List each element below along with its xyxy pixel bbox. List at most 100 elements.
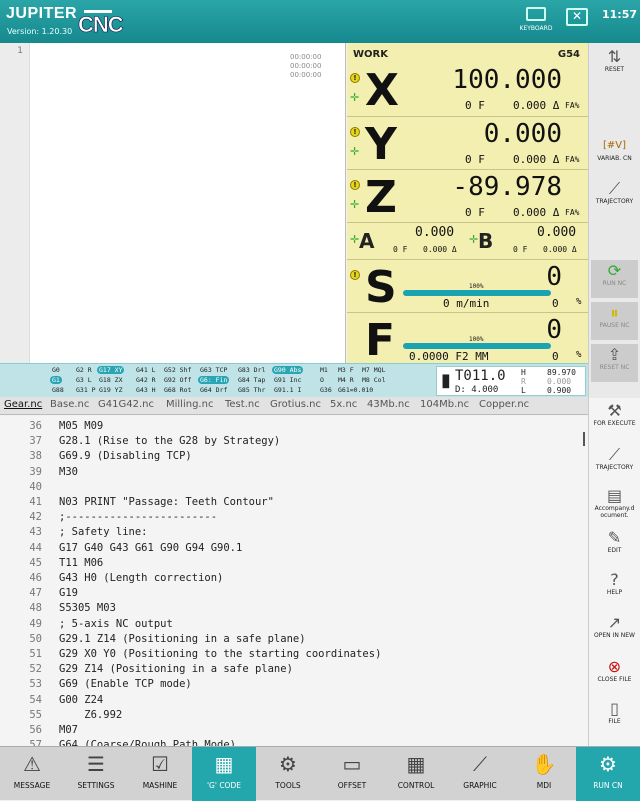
code-line[interactable]: 47 G19 bbox=[0, 586, 588, 601]
code-line[interactable]: 41 N03 PRINT "Passage: Teeth Contour" bbox=[0, 495, 588, 510]
tab-43mb-nc[interactable]: 43Mb.nc bbox=[367, 399, 410, 410]
gcode-g19-yz: G19 YZ bbox=[99, 386, 123, 394]
tab-104mb-nc[interactable]: 104Mb.nc bbox=[420, 399, 469, 410]
open-in-new-button[interactable]: ↗ OPEN IN NEW bbox=[591, 614, 638, 640]
variables-button[interactable]: [#V] VARIAB. CN bbox=[591, 137, 638, 162]
axis-a-value: 0.000 bbox=[415, 225, 455, 240]
code-line[interactable]: 45 T11 M06 bbox=[0, 556, 588, 571]
tab-base-nc[interactable]: Base.nc bbox=[50, 399, 89, 410]
control-button[interactable]: ▦ CONTROL bbox=[384, 747, 448, 801]
close-file-label: CLOSE FILE bbox=[597, 676, 632, 683]
axis-x[interactable]: ! ✛ X 100.000 0 F 0.000 Δ FA% bbox=[347, 63, 588, 116]
spindle-value: 0 bbox=[546, 262, 562, 292]
pause-nc-button[interactable]: ⏸ PAUSE NC bbox=[591, 302, 638, 340]
code-line[interactable]: 53 G69 (Enable TCP mode) bbox=[0, 677, 588, 692]
gcode-g63-tcp: G63 TCP bbox=[200, 366, 228, 374]
tools-button[interactable]: ⚙ TOOLS bbox=[256, 747, 320, 801]
tab-milling-nc[interactable]: Milling.nc bbox=[166, 399, 213, 410]
run-nc-button[interactable]: ⟳ RUN NC bbox=[591, 260, 638, 298]
code-line[interactable]: 49 ; 5-axis NC output bbox=[0, 617, 588, 632]
axis-y[interactable]: ! ✛ Y 0.000 0 F 0.000 Δ FA% bbox=[347, 116, 588, 170]
settings-button[interactable]: ☰ SETTINGS bbox=[64, 747, 128, 801]
tools-label: TOOLS bbox=[275, 781, 301, 790]
tab-test-nc[interactable]: Test.nc bbox=[225, 399, 260, 410]
file-button[interactable]: ▯ FILE bbox=[591, 700, 638, 726]
crosshair-icon: ✛ bbox=[469, 233, 479, 246]
gcode-m4-r: M4 R bbox=[338, 376, 354, 384]
feed-override-bar[interactable] bbox=[403, 343, 551, 349]
percent-sign: % bbox=[576, 350, 582, 360]
reset-button[interactable]: ⇅ RESET bbox=[591, 48, 638, 74]
trajectory-button[interactable]: ⟋ TRAJECTORY bbox=[591, 180, 638, 206]
run-cn-icon: ⚙ bbox=[599, 752, 617, 776]
gcode-g90-abs: G90 Abs bbox=[272, 366, 304, 374]
code-line[interactable]: 55 Z6.992 bbox=[0, 708, 588, 723]
code-line[interactable]: 43 ; Safety line: bbox=[0, 525, 588, 540]
spindle-override-bar[interactable] bbox=[403, 290, 551, 296]
for-execute-button[interactable]: ⚒ FOR EXECUTE bbox=[591, 402, 638, 428]
line-number: 1 bbox=[0, 43, 30, 363]
code-line[interactable]: 51 G29 X0 Y0 (Positioning to the starting… bbox=[0, 647, 588, 662]
code-text: M07 bbox=[59, 724, 78, 736]
code-line[interactable]: 48 S5305 M03 bbox=[0, 601, 588, 616]
g-code-button[interactable]: ▦ 'G' CODE bbox=[192, 747, 256, 801]
spindle-pct2: 0 bbox=[552, 297, 559, 310]
axis-x-value: 100.000 bbox=[452, 65, 562, 95]
timer: 00:00:00 bbox=[290, 71, 322, 79]
message-button[interactable]: ⚠ MESSAGE bbox=[0, 747, 64, 801]
code-editor[interactable]: 36 M05 M09 37 G28.1 (Rise to the G28 by Str… bbox=[0, 416, 588, 746]
tab-copper-nc[interactable]: Copper.nc bbox=[479, 399, 529, 410]
close-file-button[interactable]: ⊗ CLOSE FILE bbox=[591, 658, 638, 684]
edit-button[interactable]: ✎ EDIT bbox=[591, 529, 638, 555]
tab-gear-nc[interactable]: Gear.nc bbox=[4, 399, 42, 410]
axis-ab[interactable]: ✛ A 0.000 0 F 0.000 Δ ✛ B 0.000 0 F 0.00… bbox=[347, 222, 588, 258]
code-line[interactable]: 42 ;------------------------ bbox=[0, 510, 588, 525]
code-line[interactable]: 56 M07 bbox=[0, 723, 588, 738]
tab-5x-nc[interactable]: 5x.nc bbox=[330, 399, 357, 410]
code-line[interactable]: 54 G00 Z24 bbox=[0, 693, 588, 708]
code-line[interactable]: 57 G64 (Coarse/Rough Path Mode) bbox=[0, 738, 588, 746]
tool-info[interactable]: ▮ T011.0 D: 4.000 H 89.970 R 0.000 L 0.9… bbox=[436, 366, 586, 396]
reset-nc-button[interactable]: ⇪ RESET NC bbox=[591, 344, 638, 382]
code-line[interactable]: 38 G69.9 (Disabling TCP) bbox=[0, 449, 588, 464]
tab-g41g42-nc[interactable]: G41G42.nc bbox=[98, 399, 154, 410]
line-number: 39 bbox=[29, 465, 42, 478]
spindle-s[interactable]: ! S 0 100% 0 m/min 0 % bbox=[347, 259, 588, 313]
offset-button[interactable]: ▭ OFFSET bbox=[320, 747, 384, 801]
tab-grotius-nc[interactable]: Grotius.nc bbox=[270, 399, 321, 410]
graphic-button[interactable]: ⟋ GRAPHIC bbox=[448, 747, 512, 801]
mashine-button[interactable]: ☑ MASHINE bbox=[128, 747, 192, 801]
trajectory-button-2[interactable]: ⟋ TRAJECTORY bbox=[591, 446, 638, 472]
feed-f[interactable]: F 0 100% 0.0000 F2 MM 0 % bbox=[347, 312, 588, 366]
feed-rate: 0.0000 F2 MM bbox=[409, 350, 489, 363]
axis-z[interactable]: ! ✛ Z -89.978 0 F 0.000 Δ FA% bbox=[347, 169, 588, 223]
mdi-button[interactable]: ✋ MDI bbox=[512, 747, 576, 801]
gcode-m7-mql: M7 MQL bbox=[362, 366, 386, 374]
scrollbar[interactable] bbox=[583, 432, 585, 446]
accompany-document-button[interactable]: ▤ Accompany.d ocument. bbox=[591, 487, 638, 520]
run-cn-button[interactable]: ⚙ RUN CN bbox=[576, 747, 640, 801]
axis-a-delta: 0.000 Δ bbox=[423, 245, 457, 254]
offset-icon: ▭ bbox=[342, 752, 362, 776]
axis-x-letter: X bbox=[365, 65, 399, 116]
code-line[interactable]: 44 G17 G40 G43 G61 G90 G94 G90.1 bbox=[0, 541, 588, 556]
code-line[interactable]: 50 G29.1 Z14 (Positioning in a safe plane… bbox=[0, 632, 588, 647]
code-line[interactable]: 36 M05 M09 bbox=[0, 419, 588, 434]
keyboard-button[interactable]: KEYBOARD bbox=[518, 7, 554, 32]
crosshair-icon: ✛ bbox=[350, 91, 360, 104]
help-button[interactable]: ? HELP bbox=[591, 571, 638, 597]
code-line[interactable]: 39 M30 bbox=[0, 465, 588, 480]
mdi-editor[interactable]: 1 00:00:00 00:00:00 00:00:00 bbox=[0, 43, 346, 363]
code-line[interactable]: 52 G29 Z14 (Positioning in a safe plane) bbox=[0, 662, 588, 677]
code-line[interactable]: 46 G43 H0 (Length correction) bbox=[0, 571, 588, 586]
settings-label: SETTINGS bbox=[77, 781, 115, 790]
code-line[interactable]: 37 G28.1 (Rise to the G28 by Strategy) bbox=[0, 434, 588, 449]
mdi-label: MDI bbox=[536, 781, 552, 790]
g-code-label: 'G' CODE bbox=[207, 781, 241, 790]
feed-value: 0 bbox=[546, 315, 562, 345]
gcode-status-bar: ▮ T011.0 D: 4.000 H 89.970 R 0.000 L 0.9… bbox=[0, 363, 588, 397]
gcode-g52-shf: G52 Shf bbox=[164, 366, 192, 374]
close-window-icon[interactable]: ✕ bbox=[566, 8, 588, 26]
code-line[interactable]: 40 bbox=[0, 480, 588, 495]
axis-b-letter: B bbox=[478, 229, 494, 253]
